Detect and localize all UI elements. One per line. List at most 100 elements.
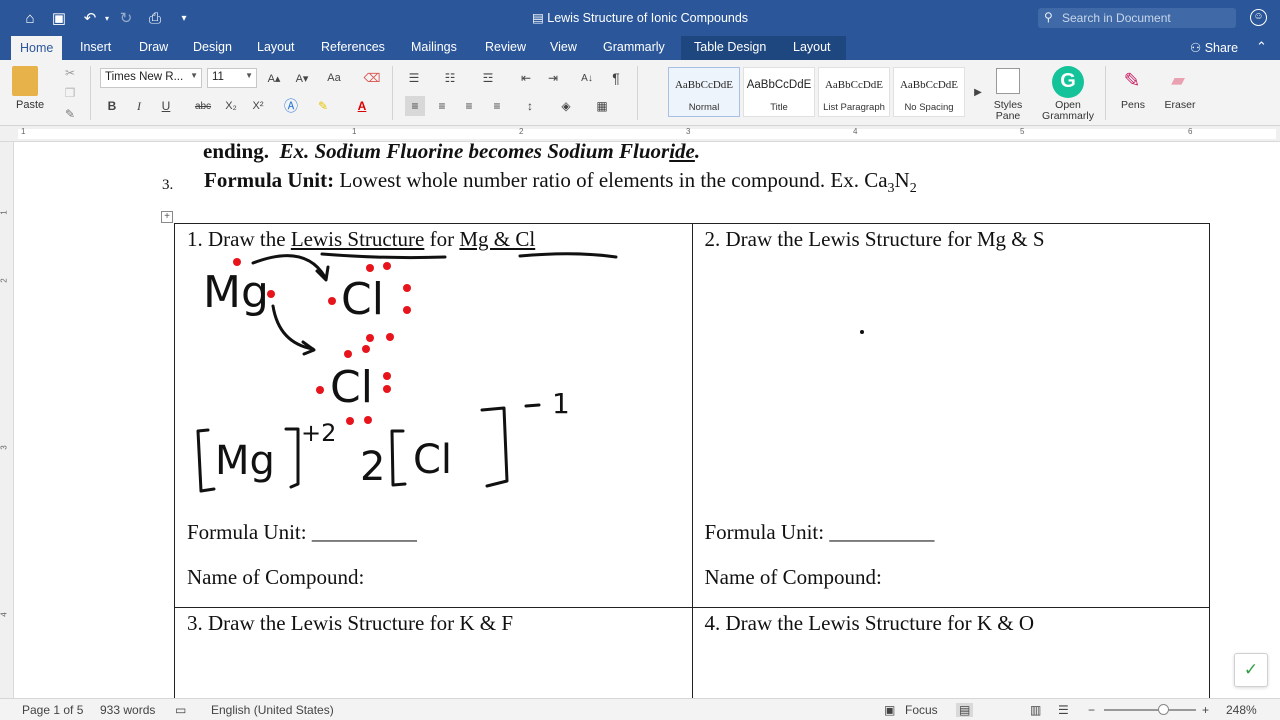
ink-minus-stroke (524, 403, 541, 408)
style-label: No Spacing (904, 102, 954, 113)
vertical-ruler[interactable]: 1 2 3 4 (0, 142, 14, 698)
style-sample: AaBbCcDdE (674, 79, 734, 91)
ruler-number: 2 (0, 278, 9, 283)
tab-mailings[interactable]: Mailings (411, 40, 457, 54)
ink-mg-text: Mg (203, 267, 269, 318)
document-canvas[interactable]: ending. Ex. Sodium Fluorine becomes Sodi… (15, 143, 1280, 698)
sort-icon[interactable]: A↓ (577, 68, 597, 88)
style-list-paragraph[interactable]: AaBbCcDdE List Paragraph (818, 67, 890, 117)
multilevel-list-icon[interactable]: ☲ (478, 68, 498, 88)
clear-formatting-icon[interactable]: ⌫ (362, 68, 382, 88)
page-count[interactable]: Page 1 of 5 (22, 703, 83, 717)
underline-button[interactable]: U (156, 96, 176, 116)
tab-draw[interactable]: Draw (139, 40, 168, 54)
show-formatting-icon[interactable]: ¶ (606, 68, 626, 88)
text-effects-icon[interactable]: Ⓐ (281, 96, 301, 116)
language-indicator[interactable]: English (United States) (211, 703, 334, 717)
pens-icon[interactable]: ✎ (1118, 66, 1146, 94)
format-painter-icon[interactable]: ✎ (60, 104, 80, 124)
line-spacing-icon[interactable]: ↕ (520, 96, 540, 116)
check-icon[interactable]: ✓ (1234, 653, 1268, 687)
bold-button[interactable]: B (102, 96, 122, 116)
tab-insert[interactable]: Insert (80, 40, 111, 54)
ink-charge-digit: 1 (552, 387, 570, 420)
search-input[interactable]: ⚲ Search in Document (1038, 8, 1236, 28)
font-size-dropdown[interactable]: 11 ▼ (207, 68, 257, 88)
collapse-ribbon-icon[interactable]: ⌃ (1256, 39, 1267, 55)
ruler-number: 3 (0, 445, 9, 450)
tab-review[interactable]: Review (485, 40, 526, 54)
paste-button[interactable]: Paste (16, 99, 44, 111)
borders-icon[interactable]: ▦ (592, 96, 612, 116)
subscript-button[interactable]: X₂ (221, 96, 241, 116)
grammarly-icon[interactable]: G (1052, 66, 1084, 98)
tab-design[interactable]: Design (193, 40, 232, 54)
change-case-icon[interactable]: Aa (324, 68, 344, 88)
word-count[interactable]: 933 words (100, 703, 155, 717)
numbering-icon[interactable]: ☷ (440, 68, 460, 88)
font-name-dropdown[interactable]: Times New R... ▼ (100, 68, 202, 88)
bullets-icon[interactable]: ☰ (404, 68, 424, 88)
tab-home[interactable]: Home (11, 36, 63, 60)
ruler-page-area (18, 129, 1276, 139)
cut-icon[interactable]: ✂ (60, 63, 80, 83)
zoom-in-icon[interactable]: + (1202, 703, 1209, 717)
ribbon-separator (90, 66, 91, 120)
align-left-icon[interactable]: ≡ (405, 96, 425, 116)
zoom-slider-thumb[interactable] (1158, 704, 1169, 715)
align-center-icon[interactable]: ≡ (432, 96, 452, 116)
grow-font-icon[interactable]: A▴ (264, 68, 284, 88)
style-label: Normal (688, 102, 720, 113)
pens-button[interactable]: Pens (1116, 100, 1150, 111)
ink-bracket-right (284, 427, 300, 489)
increase-indent-icon[interactable]: ⇥ (543, 68, 563, 88)
style-normal[interactable]: AaBbCcDdE Normal (668, 67, 740, 117)
ink-bracket-left (196, 428, 216, 493)
web-layout-icon[interactable]: ▥ (1030, 703, 1041, 717)
handwriting-ink-layer: Mg Cl Cl Mg +2 2 Cl 1 (196, 252, 618, 493)
shading-icon[interactable]: ◈ (556, 96, 576, 116)
eraser-icon[interactable]: ▰ (1164, 66, 1192, 94)
zoom-out-icon[interactable]: − (1088, 703, 1095, 717)
decrease-indent-icon[interactable]: ⇤ (516, 68, 536, 88)
style-no-spacing[interactable]: AaBbCcDdE No Spacing (893, 67, 965, 117)
outline-view-icon[interactable]: ☰ (1058, 703, 1069, 717)
eraser-button[interactable]: Eraser (1160, 100, 1200, 111)
zoom-slider[interactable] (1104, 709, 1196, 711)
shrink-font-icon[interactable]: A▾ (292, 68, 312, 88)
superscript-button[interactable]: X² (248, 96, 268, 116)
ruler-number: 1 (0, 210, 9, 215)
italic-button[interactable]: I (129, 96, 149, 116)
print-layout-icon[interactable]: ▤ (956, 703, 974, 717)
share-button[interactable]: ⚇ Share (1190, 40, 1238, 55)
window-title-text: Lewis Structure of Ionic Compounds (547, 11, 749, 25)
tab-references[interactable]: References (321, 40, 385, 54)
paste-icon[interactable] (12, 66, 38, 96)
font-color-icon[interactable]: A (352, 96, 372, 116)
highlight-color-icon[interactable]: ✎ (313, 96, 333, 116)
zoom-level[interactable]: 248% (1226, 703, 1257, 717)
horizontal-ruler[interactable]: 1 1 2 3 4 5 6 (0, 126, 1280, 142)
status-bar: Page 1 of 5 933 words ▭ English (United … (0, 698, 1280, 720)
styles-pane-button[interactable]: Styles Pane (988, 100, 1028, 122)
align-right-icon[interactable]: ≡ (459, 96, 479, 116)
feedback-smiley-icon[interactable]: ☺ (1250, 9, 1267, 26)
tab-table-layout[interactable]: Layout (793, 40, 831, 54)
open-grammarly-button[interactable]: Open Grammarly (1038, 100, 1098, 122)
ruler-number: 4 (0, 612, 9, 617)
focus-icon[interactable]: ▣ (884, 703, 895, 717)
style-title[interactable]: AaBbCcDdE Title (743, 67, 815, 117)
tab-table-design[interactable]: Table Design (694, 40, 766, 54)
tab-view[interactable]: View (550, 40, 577, 54)
styles-gallery-next-icon[interactable]: ▶ (968, 82, 988, 102)
justify-icon[interactable]: ≡ (487, 96, 507, 116)
focus-button[interactable]: Focus (905, 703, 938, 717)
copy-icon[interactable]: ❐ (60, 83, 80, 103)
tab-layout[interactable]: Layout (257, 40, 295, 54)
tab-grammarly[interactable]: Grammarly (603, 40, 665, 54)
ruler-number: 5 (1020, 127, 1025, 136)
font-size-value: 11 (212, 71, 224, 83)
proofing-icon[interactable]: ▭ (175, 703, 186, 717)
styles-pane-icon[interactable] (996, 68, 1020, 94)
strikethrough-button[interactable]: abc (193, 96, 213, 116)
